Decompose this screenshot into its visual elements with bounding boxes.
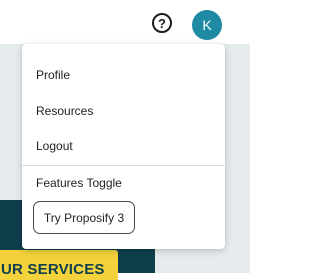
menu-item-logout[interactable]: Logout — [22, 128, 225, 164]
avatar[interactable]: K — [192, 10, 222, 40]
menu-item-label: Logout — [36, 139, 73, 153]
avatar-initial: K — [202, 17, 212, 33]
menu-item-resources[interactable]: Resources — [22, 93, 225, 129]
menu-item-label: Features Toggle — [36, 176, 122, 190]
menu-item-label: Resources — [36, 104, 94, 118]
services-button[interactable]: UR SERVICES — [0, 250, 118, 280]
user-menu: Profile Resources Logout Features Toggle… — [22, 44, 225, 249]
menu-item-features-toggle[interactable]: Features Toggle — [22, 165, 225, 201]
menu-item-profile[interactable]: Profile — [22, 57, 225, 93]
help-icon-glyph: ? — [158, 15, 166, 31]
try-proposify-3-button[interactable]: Try Proposify 3 — [33, 201, 135, 234]
menu-item-label: Profile — [36, 68, 71, 82]
try-button-label: Try Proposify 3 — [43, 210, 125, 225]
help-icon[interactable]: ? — [152, 13, 172, 33]
services-button-label: UR SERVICES — [1, 261, 105, 278]
